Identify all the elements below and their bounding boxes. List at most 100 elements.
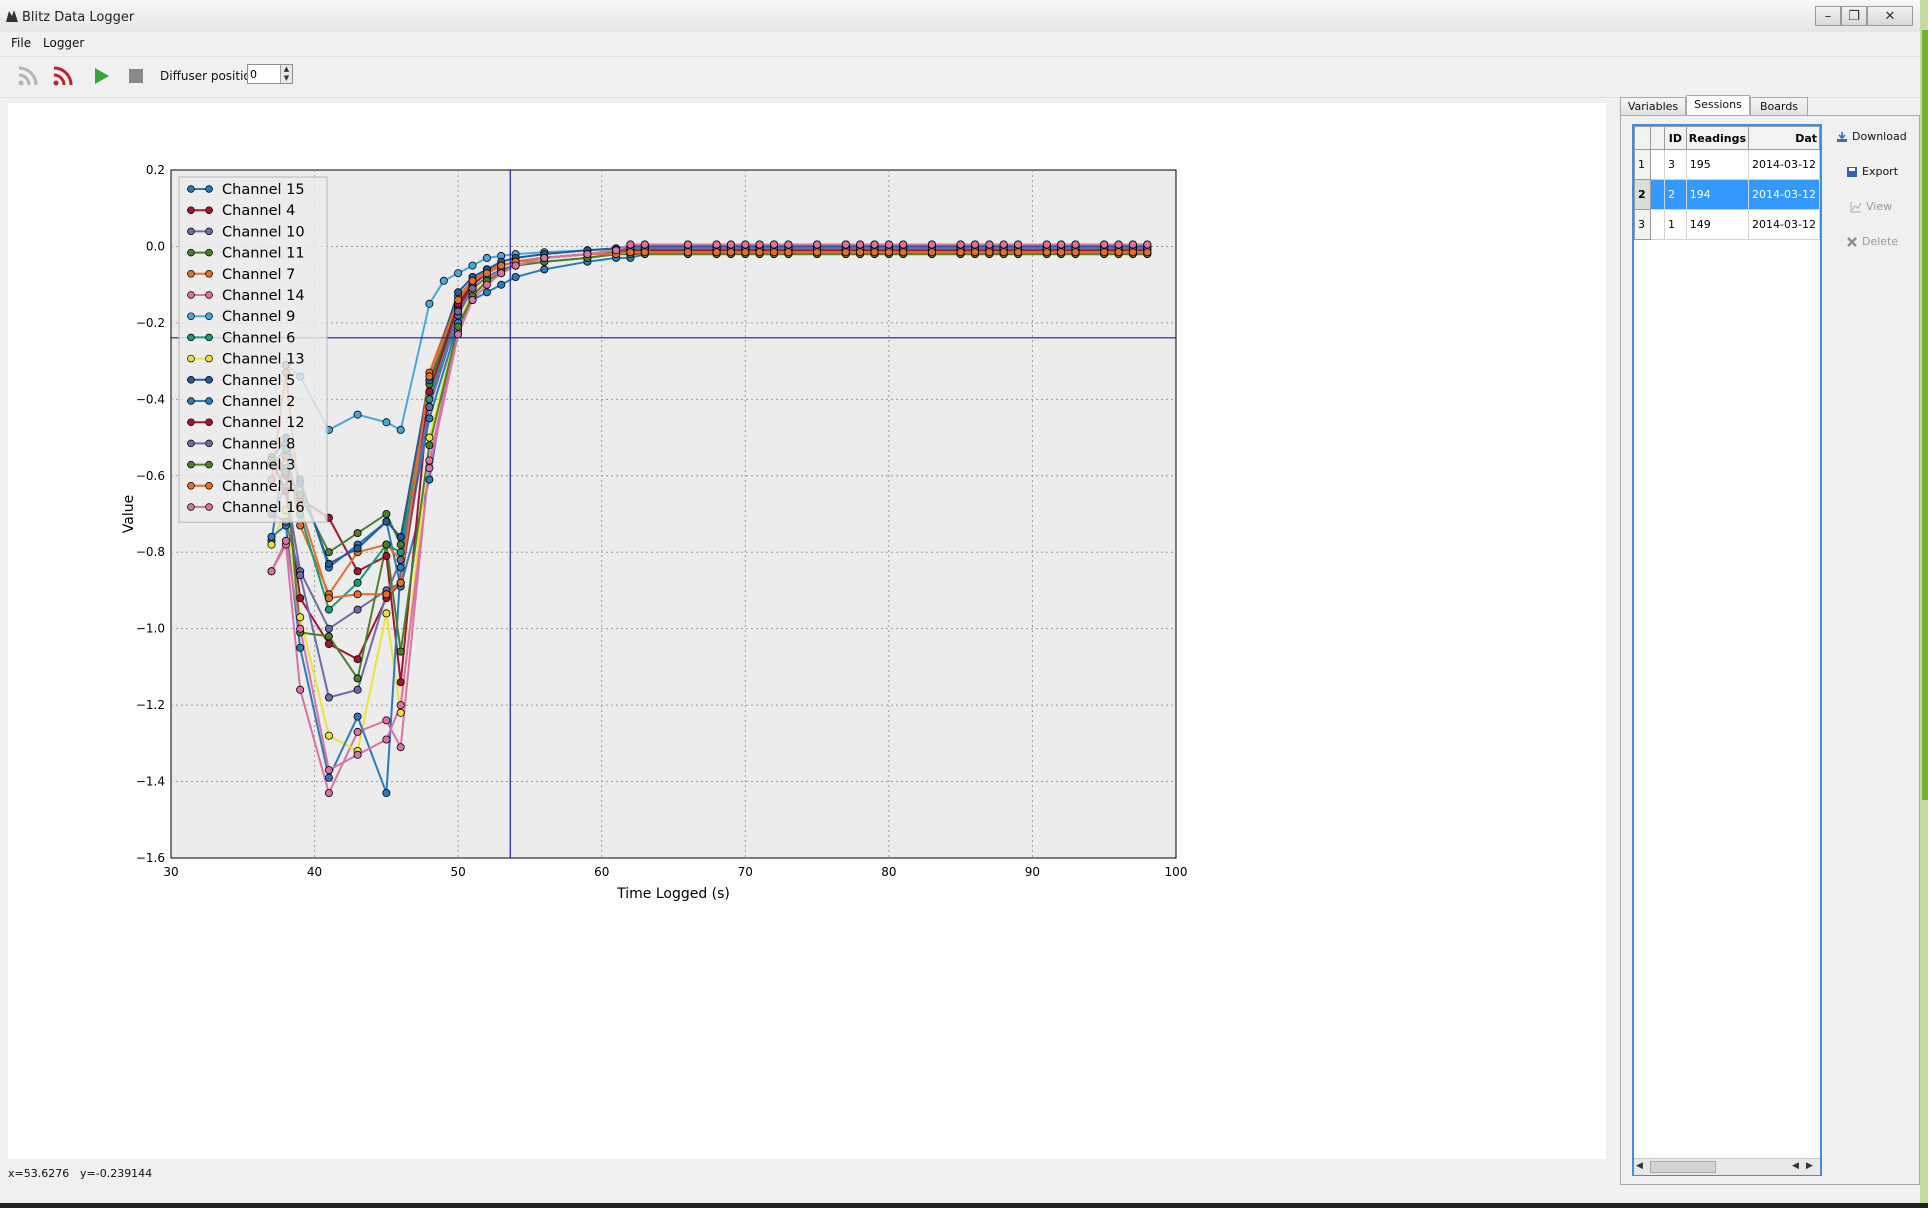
menu-file[interactable]: File — [11, 36, 31, 50]
legend-label: Channel 10 — [222, 224, 305, 240]
legend-marker — [205, 312, 213, 320]
data-point — [1114, 248, 1123, 257]
data-point — [425, 433, 434, 442]
data-point — [755, 240, 764, 249]
row-header[interactable]: 1 — [1634, 149, 1651, 180]
table-row[interactable]: 3 1 149 2014-03-12 — [1634, 209, 1820, 240]
legend-label: Channel 3 — [222, 458, 295, 474]
scroll-left-icon[interactable]: ◀ — [1636, 1161, 1646, 1173]
row-readings-cell[interactable]: 149 — [1685, 209, 1750, 240]
header-id[interactable]: ID — [1663, 126, 1687, 150]
y-axis-label: Value — [121, 495, 137, 533]
plot-canvas[interactable]: 30 40 50 60 70 80 90 100 0.2 0.0 −0.2 −0.4 −0.6 −0.8 −… — [8, 103, 1606, 1159]
data-point — [683, 248, 692, 257]
legend-marker — [187, 354, 195, 363]
legend-marker — [205, 270, 213, 278]
row-id-cell[interactable]: 3 — [1663, 149, 1687, 180]
row-id-cell[interactable]: 2 — [1663, 179, 1687, 210]
data-point — [540, 253, 549, 262]
stop-icon[interactable] — [124, 64, 148, 88]
data-point — [382, 735, 391, 744]
close-button[interactable]: ✕ — [1867, 6, 1913, 26]
legend-label: Channel 4 — [222, 203, 295, 219]
data-point — [396, 708, 405, 717]
data-point — [770, 240, 779, 249]
view-button[interactable]: View — [1850, 196, 1892, 218]
row-blank-cell[interactable] — [1649, 149, 1665, 180]
data-point — [439, 276, 448, 285]
row-date-cell[interactable]: 2014-03-12 — [1748, 149, 1820, 180]
play-icon[interactable] — [89, 64, 113, 88]
chart-view-icon — [1850, 202, 1862, 213]
menu-bar — [0, 32, 1928, 54]
data-point — [396, 647, 405, 656]
rss-connect-icon[interactable] — [51, 64, 75, 88]
scroll-thumb[interactable] — [1650, 1161, 1716, 1173]
sessions-table[interactable]: ID Readings Dat 1 3 195 2014-03-12 2 2 1… — [1632, 124, 1822, 1176]
data-point — [927, 240, 936, 249]
legend-marker — [205, 439, 213, 448]
scroll-left2-icon[interactable]: ◀ — [1792, 1161, 1802, 1173]
data-point — [626, 240, 635, 249]
download-button[interactable]: Download — [1836, 126, 1907, 148]
data-point — [353, 655, 362, 664]
row-blank-cell[interactable] — [1649, 179, 1665, 210]
header-blank[interactable] — [1649, 126, 1665, 150]
legend-marker — [205, 248, 213, 257]
diffuser-position-spinbox[interactable]: ▲ ▼ — [247, 64, 293, 84]
data-point — [583, 250, 592, 259]
header-readings[interactable]: Readings — [1685, 126, 1750, 150]
tab-sessions[interactable]: Sessions — [1686, 95, 1750, 116]
data-point — [712, 240, 721, 249]
legend-label: Channel 14 — [222, 288, 305, 304]
row-header[interactable]: 2 — [1634, 179, 1651, 210]
data-point — [626, 248, 635, 257]
table-row-selected[interactable]: 2 2 194 2014-03-12 — [1634, 179, 1820, 210]
data-point — [899, 240, 908, 249]
data-point — [425, 299, 434, 308]
rss-disabled-icon[interactable] — [16, 64, 40, 88]
data-point — [612, 246, 621, 255]
legend-label: Channel 15 — [222, 182, 305, 198]
y-tick-label: −0.4 — [136, 392, 165, 406]
data-point — [784, 240, 793, 249]
row-date-cell[interactable]: 2014-03-12 — [1748, 209, 1820, 240]
line-chart[interactable]: 30 40 50 60 70 80 90 100 0.2 0.0 −0.2 −0.4 −0.6 −0.8 −… — [8, 103, 1606, 1159]
data-point — [396, 425, 405, 434]
data-point — [324, 559, 333, 568]
spin-down-icon[interactable]: ▼ — [280, 74, 292, 83]
data-point — [425, 395, 434, 404]
delete-button[interactable]: Delete — [1846, 231, 1898, 253]
data-point — [856, 240, 865, 249]
maximize-button[interactable]: ❐ — [1841, 6, 1867, 26]
data-point — [382, 590, 391, 599]
data-point — [324, 773, 333, 782]
diffuser-position-input[interactable] — [250, 66, 276, 82]
data-point — [396, 563, 405, 572]
row-id-cell[interactable]: 1 — [1663, 209, 1687, 240]
row-date-cell[interactable]: 2014-03-12 — [1748, 179, 1820, 210]
menu-logger[interactable]: Logger — [43, 36, 84, 50]
row-header[interactable]: 3 — [1634, 209, 1651, 240]
row-readings-cell[interactable]: 195 — [1685, 149, 1750, 180]
data-point — [353, 578, 362, 587]
data-point — [497, 269, 506, 278]
row-blank-cell[interactable] — [1649, 209, 1665, 240]
scroll-right-icon[interactable]: ▶ — [1806, 1161, 1816, 1173]
tab-variables[interactable]: Variables — [1620, 97, 1686, 115]
data-point — [726, 240, 735, 249]
row-readings-cell[interactable]: 194 — [1685, 179, 1750, 210]
horizontal-scrollbar[interactable]: ◀ ◀ ▶ — [1634, 1158, 1820, 1175]
legend-label: Channel 7 — [222, 267, 295, 283]
data-point — [1057, 248, 1066, 257]
header-date[interactable]: Dat — [1748, 126, 1820, 150]
legend-marker — [187, 439, 195, 448]
legend-marker — [205, 291, 213, 299]
data-point — [425, 475, 434, 484]
spin-up-icon[interactable]: ▲ — [280, 65, 292, 74]
table-row[interactable]: 1 3 195 2014-03-12 — [1634, 149, 1820, 180]
minimize-button[interactable]: – — [1815, 6, 1841, 26]
data-point — [267, 567, 276, 576]
export-button[interactable]: Export — [1846, 161, 1898, 183]
tab-boards[interactable]: Boards — [1750, 97, 1808, 115]
